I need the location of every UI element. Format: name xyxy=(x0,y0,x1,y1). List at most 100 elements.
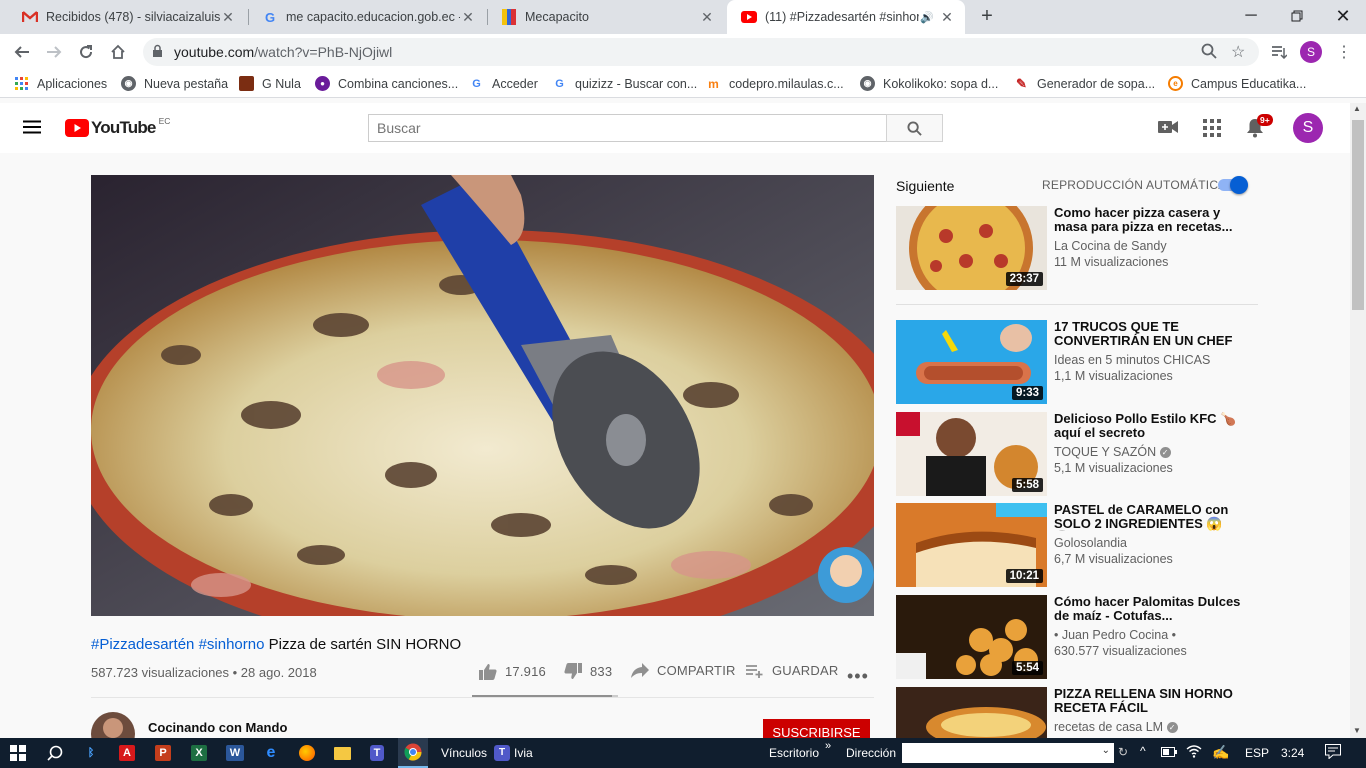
recommendation-item[interactable]: 9:33 17 TRUCOS QUE TE CONVERTIRÁN EN UN … xyxy=(896,320,1258,404)
bookmark-star-icon[interactable]: ☆ xyxy=(1231,42,1245,62)
youtube-logo[interactable]: YouTube EC xyxy=(65,116,170,138)
bookmark-nueva-pestana[interactable]: ◉ Nueva pestaña xyxy=(121,76,228,91)
bluetooth-icon[interactable]: ᛒ xyxy=(78,741,104,765)
back-button[interactable] xyxy=(8,38,36,66)
go-refresh-icon[interactable]: ↻ xyxy=(1118,745,1128,759)
windows-start-icon[interactable] xyxy=(5,741,31,765)
battery-icon[interactable] xyxy=(1161,746,1177,760)
escritorio-toolbar[interactable]: Escritorio xyxy=(769,746,819,760)
word-icon[interactable]: W xyxy=(222,741,248,765)
powerpoint-icon[interactable]: P xyxy=(150,741,176,765)
recommendation-item[interactable]: PIZZA RELLENA SIN HORNO RECETA FÁCIL rec… xyxy=(896,687,1258,738)
search-button[interactable] xyxy=(886,114,943,142)
bookmark-apps[interactable]: Aplicaciones xyxy=(14,76,107,91)
recommendation-channel[interactable]: recetas de casa LM ✓ xyxy=(1054,720,1254,734)
clock[interactable]: 3:24 xyxy=(1281,746,1304,760)
channel-name[interactable]: Cocinando con Mando xyxy=(148,720,287,735)
wifi-icon[interactable] xyxy=(1186,744,1202,761)
pen-ink-icon[interactable]: ✍ xyxy=(1212,744,1229,761)
restore-button[interactable] xyxy=(1274,0,1320,32)
reading-list-icon[interactable] xyxy=(1265,38,1293,66)
close-tab-icon[interactable]: ✕ xyxy=(939,9,955,26)
tab-youtube[interactable]: (11) #Pizzadesartén #sinhorno 🔊 ✕ xyxy=(727,0,965,34)
subscribe-button[interactable]: SUSCRIBIRSE xyxy=(763,719,870,738)
bookmark-quizizz[interactable]: G quizizz - Buscar con... xyxy=(552,76,697,91)
recommendation-channel[interactable]: TOQUE Y SAZÓN ✓ xyxy=(1054,445,1254,459)
menu-kebab-icon[interactable]: ⋮ xyxy=(1330,38,1358,66)
recommendation-title[interactable]: 17 TRUCOS QUE TE CONVERTIRÁN EN UN CHEF … xyxy=(1054,320,1244,348)
recommendation-title[interactable]: Como hacer pizza casera y masa para pizz… xyxy=(1054,206,1244,234)
bookmark-kokolikoko[interactable]: ◉ Kokolikoko: sopa d... xyxy=(860,76,998,91)
direccion-input[interactable]: ⌄ xyxy=(902,743,1114,763)
minimize-button[interactable]: ─ xyxy=(1228,0,1274,32)
share-button[interactable]: COMPARTIR xyxy=(631,663,736,678)
recommendation-channel[interactable]: Ideas en 5 minutos CHICAS xyxy=(1054,353,1254,367)
recommendation-item[interactable]: 23:37 Como hacer pizza casera y masa par… xyxy=(896,206,1258,290)
home-button[interactable] xyxy=(104,38,132,66)
notifications-center-icon[interactable] xyxy=(1325,744,1341,762)
firefox-icon[interactable] xyxy=(294,741,320,765)
close-tab-icon[interactable]: ✕ xyxy=(220,9,236,26)
scroll-up-arrow-icon[interactable]: ▲ xyxy=(1353,104,1361,113)
close-tab-icon[interactable]: ✕ xyxy=(460,9,476,26)
chrome-taskbar-icon[interactable] xyxy=(398,738,428,768)
scrollbar-thumb[interactable] xyxy=(1352,120,1364,310)
recommendation-channel[interactable]: Golosolandia xyxy=(1054,536,1254,550)
forward-button[interactable] xyxy=(40,38,68,66)
recommendation-channel[interactable]: La Cocina de Sandy xyxy=(1054,239,1254,253)
acrobat-icon[interactable]: A xyxy=(114,741,140,765)
autoplay-toggle[interactable] xyxy=(1218,176,1248,194)
ivia-link[interactable]: Ivia xyxy=(514,746,533,760)
like-button[interactable]: 17.916 xyxy=(479,663,546,680)
recommendation-title[interactable]: Cómo hacer Palomitas Dulces de maíz - Co… xyxy=(1054,595,1244,623)
video-thumbnail[interactable]: 5:58 xyxy=(896,412,1047,496)
audio-playing-icon[interactable]: 🔊 xyxy=(919,11,935,24)
teams-icon[interactable]: T xyxy=(364,741,390,765)
bookmark-acceder[interactable]: G Acceder xyxy=(469,76,538,91)
hamburger-menu-icon[interactable] xyxy=(22,120,42,139)
dislike-button[interactable]: 833 xyxy=(564,663,612,680)
avatar[interactable]: S xyxy=(1293,113,1323,143)
close-tab-icon[interactable]: ✕ xyxy=(699,9,715,26)
recommendation-title[interactable]: Delicioso Pollo Estilo KFC 🍗 aquí el sec… xyxy=(1054,412,1244,440)
file-explorer-icon[interactable] xyxy=(329,741,355,765)
video-player[interactable] xyxy=(91,175,874,616)
excel-icon[interactable]: X xyxy=(186,741,212,765)
zoom-search-icon[interactable] xyxy=(1201,43,1217,64)
tab-capacito[interactable]: G me capacito.educacion.gob.ec - ✕ xyxy=(248,0,486,34)
scroll-down-arrow-icon[interactable]: ▼ xyxy=(1353,726,1361,735)
new-tab-button[interactable]: + xyxy=(976,5,998,27)
recommendation-title[interactable]: PIZZA RELLENA SIN HORNO RECETA FÁCIL xyxy=(1054,687,1244,715)
language-indicator[interactable]: ESP xyxy=(1245,746,1269,760)
dropdown-chevron-icon[interactable]: ⌄ xyxy=(1102,745,1110,756)
video-thumbnail[interactable]: 5:54 xyxy=(896,595,1047,679)
bookmark-combina[interactable]: ● Combina canciones... xyxy=(315,76,458,91)
save-button[interactable]: GUARDAR xyxy=(746,663,838,678)
video-thumbnail[interactable]: 9:33 xyxy=(896,320,1047,404)
reload-button[interactable] xyxy=(72,38,100,66)
apps-grid-icon[interactable] xyxy=(1203,119,1221,142)
edge-icon[interactable]: e xyxy=(258,741,284,765)
video-thumbnail[interactable] xyxy=(896,687,1047,738)
search-input[interactable] xyxy=(368,114,887,142)
more-actions-icon[interactable]: ••• xyxy=(847,666,869,687)
bookmark-generador[interactable]: ✎ Generador de sopa... xyxy=(1014,76,1155,91)
create-video-icon[interactable] xyxy=(1158,120,1178,139)
tray-up-arrow-icon[interactable]: ^ xyxy=(1140,744,1146,758)
close-window-button[interactable]: ✕ xyxy=(1320,0,1366,32)
bookmark-codepro[interactable]: m codepro.milaulas.c... xyxy=(706,76,843,91)
profile-avatar[interactable]: S xyxy=(1300,41,1322,63)
chevron-more-icon[interactable]: » xyxy=(825,740,831,752)
recommendation-channel[interactable]: • Juan Pedro Cocina • xyxy=(1054,628,1254,642)
recommendation-item[interactable]: 5:54 Cómo hacer Palomitas Dulces de maíz… xyxy=(896,595,1258,679)
video-hashtags[interactable]: #Pizzadesartén #sinhorno xyxy=(91,636,264,653)
recommendation-item[interactable]: 10:21 PASTEL de CARAMELO con SOLO 2 INGR… xyxy=(896,503,1258,587)
address-bar[interactable]: youtube.com/watch?v=PhB-NjOjiwl ☆ xyxy=(143,38,1259,66)
vinculos-toolbar[interactable]: Vínculos xyxy=(441,746,487,760)
search-icon[interactable] xyxy=(42,741,68,765)
video-thumbnail[interactable]: 23:37 xyxy=(896,206,1047,290)
tab-gmail[interactable]: Recibidos (478) - silviacaizaluisac ✕ xyxy=(8,0,246,34)
recommendation-title[interactable]: PASTEL de CARAMELO con SOLO 2 INGREDIENT… xyxy=(1054,503,1244,531)
bookmark-g-nula[interactable]: G Nula xyxy=(239,76,301,91)
teams-small-icon[interactable]: T xyxy=(494,745,510,761)
